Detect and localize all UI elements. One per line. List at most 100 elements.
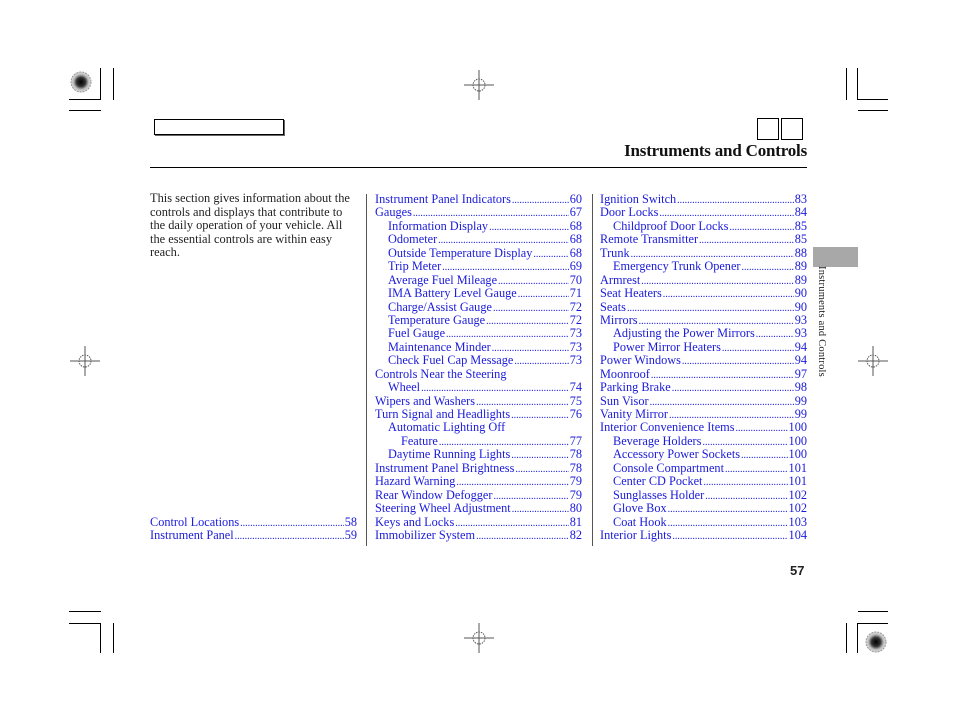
toc-entry-link[interactable]: Check Fuel Cap Message 73 bbox=[375, 353, 582, 368]
toc-entry-link[interactable]: Beverage Holders 100 bbox=[600, 434, 807, 448]
toc-entry-page: 68 bbox=[569, 232, 582, 247]
toc-entry-page: 101 bbox=[788, 474, 807, 489]
toc-entry-link[interactable]: Remote Transmitter 85 bbox=[600, 232, 807, 247]
toc-entry-link[interactable]: Console Compartment 101 bbox=[600, 461, 807, 475]
toc-entry-link[interactable]: Instrument Panel Indicators 60 bbox=[375, 192, 582, 206]
toc-entry-link[interactable]: Ignition Switch 83 bbox=[600, 192, 807, 206]
toc-entry-link[interactable]: Instrument Panel Brightness 78 bbox=[375, 461, 582, 475]
toc-entry-page: 68 bbox=[569, 245, 582, 260]
toc-entry-link[interactable]: Vanity Mirror 99 bbox=[600, 407, 807, 421]
toc-entry-label: Power Mirror Heaters bbox=[613, 339, 721, 354]
toc-entry-link[interactable]: Sunglasses Holder 102 bbox=[600, 487, 807, 502]
toc-entry-link[interactable]: Fuel Gauge 73 bbox=[375, 326, 582, 340]
toc-entry-page: 97 bbox=[794, 366, 807, 381]
toc-entry-label: Interior Convenience Items bbox=[600, 420, 735, 435]
toc-entry-link[interactable]: Outside Temperature Display 68 bbox=[375, 245, 582, 260]
toc-entry-link[interactable]: Seats 90 bbox=[600, 300, 807, 314]
toc-entry-page: 76 bbox=[569, 407, 582, 421]
toc-entry-link[interactable]: Adjusting the Power Mirrors 93 bbox=[600, 326, 807, 341]
toc-entry-link[interactable]: Hazard Warning 79 bbox=[375, 474, 582, 489]
toc-entry-label: Instrument Panel bbox=[150, 528, 234, 543]
toc-entry-label: Wheel bbox=[388, 380, 421, 395]
toc-entry-link[interactable]: Wheel 74 bbox=[375, 380, 582, 395]
toc-entry-page: 72 bbox=[569, 312, 582, 327]
toc-entry-link[interactable]: Keys and Locks 81 bbox=[375, 514, 582, 529]
toc-entry-page: 80 bbox=[569, 501, 582, 516]
toc-entry-link[interactable]: Steering Wheel Adjustment 80 bbox=[375, 501, 582, 516]
toc-entry-link[interactable]: Door Locks 84 bbox=[600, 205, 807, 219]
toc-entry-link[interactable]: Daytime Running Lights 78 bbox=[375, 447, 582, 461]
toc-entry-link[interactable]: Interior Lights 104 bbox=[600, 528, 807, 542]
dot-leader bbox=[240, 516, 344, 530]
toc-entry-link[interactable]: Turn Signal and Headlights 76 bbox=[375, 407, 582, 421]
toc-entry-link[interactable]: Accessory Power Sockets 100 bbox=[600, 447, 807, 462]
toc-entry-link[interactable]: Trunk 88 bbox=[600, 245, 807, 260]
toc-entry-label: Average Fuel Mileage bbox=[388, 272, 498, 287]
toc-entry-link[interactable]: Mirrors 93 bbox=[600, 313, 807, 327]
toc-entry-link[interactable]: Trip Meter 69 bbox=[375, 259, 582, 273]
toc-entry-link[interactable]: Rear Window Defogger 79 bbox=[375, 487, 582, 502]
toc-entry-link[interactable]: Armrest 89 bbox=[600, 273, 807, 287]
toc-entry-page: 60 bbox=[569, 192, 582, 206]
toc-entry-link[interactable]: Moonroof 97 bbox=[600, 366, 807, 381]
toc-entry-link[interactable]: Temperature Gauge 72 bbox=[375, 312, 582, 327]
toc-entry-label: Turn Signal and Headlights bbox=[375, 407, 511, 421]
toc-entry-link[interactable]: Odometer 68 bbox=[375, 232, 582, 247]
toc-entry-page: 102 bbox=[788, 487, 807, 502]
toc-entry-link[interactable]: Emergency Trunk Opener 89 bbox=[600, 259, 807, 273]
toc-entry-label: Information Display bbox=[388, 218, 489, 233]
toc-entry-page: 85 bbox=[794, 218, 807, 233]
toc-entry-page: 88 bbox=[794, 245, 807, 260]
column-divider bbox=[366, 194, 367, 546]
toc-entry-link[interactable]: Average Fuel Mileage 70 bbox=[375, 272, 582, 287]
toc-entry-link[interactable]: Maintenance Minder 73 bbox=[375, 340, 582, 354]
toc-entry-label: Controls Near the Steering bbox=[375, 366, 507, 381]
toc-entry-link[interactable]: Glove Box 102 bbox=[600, 501, 807, 515]
toc-entry-link[interactable]: Controls Near the Steering bbox=[375, 366, 582, 381]
toc-entry-label: Temperature Gauge bbox=[388, 312, 486, 327]
toc-entry-link[interactable]: Charge/Assist Gauge 72 bbox=[375, 299, 582, 315]
header-label-box bbox=[154, 119, 284, 135]
toc-entry-page: 67 bbox=[569, 205, 582, 220]
toc-entry-label: Rear Window Defogger bbox=[375, 487, 493, 502]
toc-entry-page: 100 bbox=[788, 420, 807, 435]
dot-leader bbox=[493, 301, 569, 315]
toc-entry-link[interactable]: Childproof Door Locks 85 bbox=[600, 218, 807, 233]
toc-entry-link[interactable]: Feature 77 bbox=[375, 434, 582, 448]
intro-paragraph: This section gives information about the… bbox=[150, 191, 350, 259]
dot-leader bbox=[650, 395, 794, 409]
toc-entry-link[interactable]: Wipers and Washers 75 bbox=[375, 394, 582, 408]
toc-entry-link[interactable]: Automatic Lighting Off bbox=[375, 420, 582, 435]
toc-entry-link[interactable]: Instrument Panel 59 bbox=[150, 528, 357, 543]
toc-entry-link[interactable]: Center CD Pocket 101 bbox=[600, 474, 807, 489]
toc-entry-page: 93 bbox=[794, 326, 807, 341]
toc-entry-link[interactable]: Power Mirror Heaters 94 bbox=[600, 339, 807, 354]
toc-entry-label: Vanity Mirror bbox=[600, 407, 668, 421]
toc-entry-page: 73 bbox=[569, 353, 582, 368]
toc-entry-link[interactable]: Control Locations 58 bbox=[150, 515, 357, 530]
toc-entry-link[interactable]: Parking Brake 98 bbox=[600, 380, 807, 394]
toc-entry-link[interactable]: Coat Hook 103 bbox=[600, 515, 807, 529]
toc-entry-link[interactable]: Information Display 68 bbox=[375, 218, 582, 233]
toc-entry-label: Hazard Warning bbox=[375, 474, 456, 489]
toc-entry-label: Accessory Power Sockets bbox=[613, 447, 741, 462]
toc-entry-link[interactable]: IMA Battery Level Gauge 71 bbox=[375, 286, 582, 300]
toc-entry-link[interactable]: Seat Heaters 90 bbox=[600, 286, 807, 301]
side-tab-marker bbox=[813, 247, 858, 267]
toc-entry-link[interactable]: Interior Convenience Items 100 bbox=[600, 420, 807, 435]
section-title: Instruments and Controls bbox=[624, 141, 807, 160]
toc-entry-label: Center CD Pocket bbox=[613, 474, 703, 489]
header-square-box bbox=[757, 118, 779, 140]
toc-entry-label: Keys and Locks bbox=[375, 514, 455, 529]
side-tab-label: Instruments and Controls bbox=[816, 266, 827, 377]
toc-entry-page: 100 bbox=[788, 447, 807, 462]
toc-entry-link[interactable]: Gauges 67 bbox=[375, 205, 582, 220]
toc-entry-link[interactable]: Immobilizer System 82 bbox=[375, 528, 582, 542]
toc-entry-link[interactable]: Sun Visor 99 bbox=[600, 394, 807, 409]
toc-entry-label: Trunk bbox=[600, 245, 630, 260]
dot-leader bbox=[663, 287, 794, 301]
toc-entry-label: Remote Transmitter bbox=[600, 232, 699, 247]
toc-entry-label: Automatic Lighting Off bbox=[388, 420, 506, 435]
toc-entry-label: Charge/Assist Gauge bbox=[388, 299, 492, 314]
toc-entry-link[interactable]: Power Windows 94 bbox=[600, 353, 807, 367]
